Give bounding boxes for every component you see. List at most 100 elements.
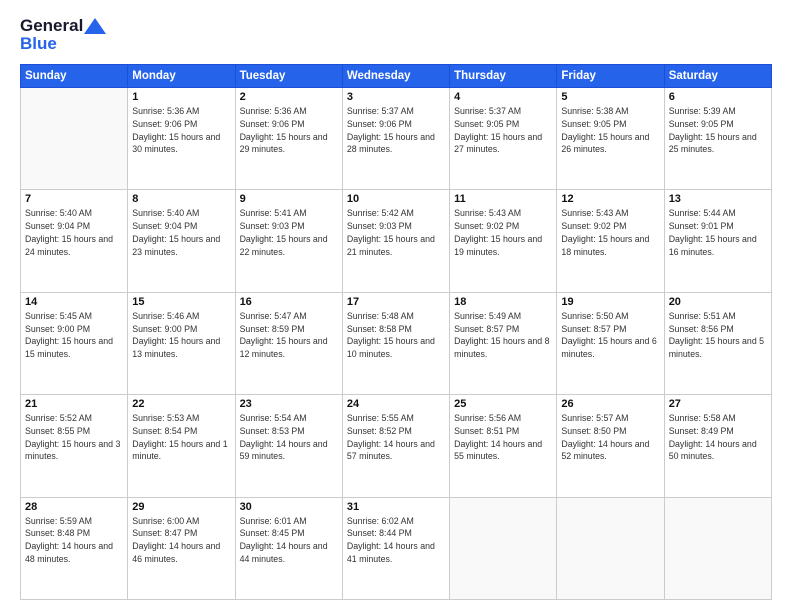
day-info: Sunrise: 5:59 AM Sunset: 8:48 PM Dayligh… bbox=[25, 515, 123, 566]
day-info: Sunrise: 5:47 AM Sunset: 8:59 PM Dayligh… bbox=[240, 310, 338, 361]
calendar-cell: 16 Sunrise: 5:47 AM Sunset: 8:59 PM Dayli… bbox=[235, 292, 342, 394]
day-number: 12 bbox=[561, 193, 659, 205]
calendar-day-header: Saturday bbox=[664, 65, 771, 88]
calendar-cell: 18Sunrise: 5:49 AM Sunset: 8:57 PM Dayli… bbox=[450, 292, 557, 394]
calendar-cell: 4 Sunrise: 5:37 AM Sunset: 9:05 PM Daylig… bbox=[450, 88, 557, 190]
day-number: 6 bbox=[669, 91, 767, 103]
calendar-week-row: 14 Sunrise: 5:45 AM Sunset: 9:00 PM Dayli… bbox=[21, 292, 772, 394]
calendar-week-row: 28 Sunrise: 5:59 AM Sunset: 8:48 PM Dayli… bbox=[21, 497, 772, 599]
day-number: 23 bbox=[240, 398, 338, 410]
calendar-cell: 2Sunrise: 5:36 AM Sunset: 9:06 PM Daylig… bbox=[235, 88, 342, 190]
day-info: Sunrise: 5:51 AM Sunset: 8:56 PM Dayligh… bbox=[669, 310, 767, 361]
calendar-cell: 27 Sunrise: 5:58 AM Sunset: 8:49 PM Dayli… bbox=[664, 395, 771, 497]
day-info: Sunrise: 5:50 AM Sunset: 8:57 PM Dayligh… bbox=[561, 310, 659, 361]
calendar-cell: 29 Sunrise: 6:00 AM Sunset: 8:47 PM Dayli… bbox=[128, 497, 235, 599]
calendar-week-row: 7 Sunrise: 5:40 AM Sunset: 9:04 PM Daylig… bbox=[21, 190, 772, 292]
day-number: 14 bbox=[25, 296, 123, 308]
day-number: 29 bbox=[132, 501, 230, 513]
calendar-cell: 8 Sunrise: 5:40 AM Sunset: 9:04 PM Daylig… bbox=[128, 190, 235, 292]
day-info: Sunrise: 5:46 AM Sunset: 9:00 PM Dayligh… bbox=[132, 310, 230, 361]
calendar-cell: 3Sunrise: 5:37 AM Sunset: 9:06 PM Daylig… bbox=[342, 88, 449, 190]
day-number: 5 bbox=[561, 91, 659, 103]
calendar-cell: 11 Sunrise: 5:43 AM Sunset: 9:02 PM Dayli… bbox=[450, 190, 557, 292]
day-info: Sunrise: 5:56 AM Sunset: 8:51 PM Dayligh… bbox=[454, 412, 552, 463]
day-number: 11 bbox=[454, 193, 552, 205]
day-number: 15 bbox=[132, 296, 230, 308]
day-number: 17 bbox=[347, 296, 445, 308]
day-info: Sunrise: 6:02 AM Sunset: 8:44 PM Dayligh… bbox=[347, 515, 445, 566]
day-number: 1 bbox=[132, 91, 230, 103]
day-info: Sunrise: 5:53 AM Sunset: 8:54 PM Dayligh… bbox=[132, 412, 230, 463]
day-info: Sunrise: 5:42 AM Sunset: 9:03 PM Dayligh… bbox=[347, 207, 445, 258]
day-info: Sunrise: 5:36 AM Sunset: 9:06 PM Dayligh… bbox=[240, 105, 338, 156]
day-info: Sunrise: 5:55 AM Sunset: 8:52 PM Dayligh… bbox=[347, 412, 445, 463]
day-number: 9 bbox=[240, 193, 338, 205]
day-number: 21 bbox=[25, 398, 123, 410]
calendar-day-header: Friday bbox=[557, 65, 664, 88]
day-info: Sunrise: 5:43 AM Sunset: 9:02 PM Dayligh… bbox=[561, 207, 659, 258]
page: General Blue SundayMondayTuesdayWednesda… bbox=[0, 0, 792, 612]
day-number: 28 bbox=[25, 501, 123, 513]
day-number: 3 bbox=[347, 91, 445, 103]
calendar-cell: 22 Sunrise: 5:53 AM Sunset: 8:54 PM Dayli… bbox=[128, 395, 235, 497]
day-number: 16 bbox=[240, 296, 338, 308]
logo-blue-text: Blue bbox=[20, 34, 57, 54]
calendar-cell: 31 Sunrise: 6:02 AM Sunset: 8:44 PM Dayli… bbox=[342, 497, 449, 599]
calendar-cell: 24Sunrise: 5:55 AM Sunset: 8:52 PM Dayli… bbox=[342, 395, 449, 497]
calendar-cell: 7 Sunrise: 5:40 AM Sunset: 9:04 PM Daylig… bbox=[21, 190, 128, 292]
day-number: 20 bbox=[669, 296, 767, 308]
calendar-cell: 10Sunrise: 5:42 AM Sunset: 9:03 PM Dayli… bbox=[342, 190, 449, 292]
calendar-cell: 30Sunrise: 6:01 AM Sunset: 8:45 PM Dayli… bbox=[235, 497, 342, 599]
calendar-day-header: Monday bbox=[128, 65, 235, 88]
day-info: Sunrise: 5:54 AM Sunset: 8:53 PM Dayligh… bbox=[240, 412, 338, 463]
calendar-header-row: SundayMondayTuesdayWednesdayThursdayFrid… bbox=[21, 65, 772, 88]
day-number: 22 bbox=[132, 398, 230, 410]
calendar-cell: 17 Sunrise: 5:48 AM Sunset: 8:58 PM Dayli… bbox=[342, 292, 449, 394]
day-number: 25 bbox=[454, 398, 552, 410]
logo-icon bbox=[84, 18, 106, 34]
day-info: Sunrise: 5:45 AM Sunset: 9:00 PM Dayligh… bbox=[25, 310, 123, 361]
calendar-table: SundayMondayTuesdayWednesdayThursdayFrid… bbox=[20, 64, 772, 600]
calendar-cell: 14 Sunrise: 5:45 AM Sunset: 9:00 PM Dayli… bbox=[21, 292, 128, 394]
logo-general: General bbox=[20, 16, 83, 36]
day-number: 31 bbox=[347, 501, 445, 513]
day-info: Sunrise: 5:49 AM Sunset: 8:57 PM Dayligh… bbox=[454, 310, 552, 361]
day-number: 27 bbox=[669, 398, 767, 410]
day-info: Sunrise: 5:39 AM Sunset: 9:05 PM Dayligh… bbox=[669, 105, 767, 156]
calendar-day-header: Wednesday bbox=[342, 65, 449, 88]
calendar-cell bbox=[21, 88, 128, 190]
calendar-cell: 1 Sunrise: 5:36 AM Sunset: 9:06 PM Daylig… bbox=[128, 88, 235, 190]
day-info: Sunrise: 5:58 AM Sunset: 8:49 PM Dayligh… bbox=[669, 412, 767, 463]
calendar-day-header: Sunday bbox=[21, 65, 128, 88]
calendar-cell: 9Sunrise: 5:41 AM Sunset: 9:03 PM Daylig… bbox=[235, 190, 342, 292]
day-number: 26 bbox=[561, 398, 659, 410]
day-info: Sunrise: 5:40 AM Sunset: 9:04 PM Dayligh… bbox=[132, 207, 230, 258]
calendar-cell: 5Sunrise: 5:38 AM Sunset: 9:05 PM Daylig… bbox=[557, 88, 664, 190]
calendar-cell: 23 Sunrise: 5:54 AM Sunset: 8:53 PM Dayli… bbox=[235, 395, 342, 497]
logo: General Blue bbox=[20, 16, 107, 54]
calendar-cell: 21 Sunrise: 5:52 AM Sunset: 8:55 PM Dayli… bbox=[21, 395, 128, 497]
day-info: Sunrise: 5:40 AM Sunset: 9:04 PM Dayligh… bbox=[25, 207, 123, 258]
calendar-cell: 25 Sunrise: 5:56 AM Sunset: 8:51 PM Dayli… bbox=[450, 395, 557, 497]
day-info: Sunrise: 6:01 AM Sunset: 8:45 PM Dayligh… bbox=[240, 515, 338, 566]
calendar-cell: 6 Sunrise: 5:39 AM Sunset: 9:05 PM Daylig… bbox=[664, 88, 771, 190]
calendar-cell: 13Sunrise: 5:44 AM Sunset: 9:01 PM Dayli… bbox=[664, 190, 771, 292]
day-info: Sunrise: 5:37 AM Sunset: 9:05 PM Dayligh… bbox=[454, 105, 552, 156]
header: General Blue bbox=[20, 16, 772, 54]
calendar-week-row: 21 Sunrise: 5:52 AM Sunset: 8:55 PM Dayli… bbox=[21, 395, 772, 497]
calendar-day-header: Thursday bbox=[450, 65, 557, 88]
day-info: Sunrise: 5:43 AM Sunset: 9:02 PM Dayligh… bbox=[454, 207, 552, 258]
calendar-cell: 20 Sunrise: 5:51 AM Sunset: 8:56 PM Dayli… bbox=[664, 292, 771, 394]
calendar-cell: 12 Sunrise: 5:43 AM Sunset: 9:02 PM Dayli… bbox=[557, 190, 664, 292]
day-number: 13 bbox=[669, 193, 767, 205]
day-number: 4 bbox=[454, 91, 552, 103]
day-info: Sunrise: 5:52 AM Sunset: 8:55 PM Dayligh… bbox=[25, 412, 123, 463]
day-info: Sunrise: 5:36 AM Sunset: 9:06 PM Dayligh… bbox=[132, 105, 230, 156]
day-info: Sunrise: 6:00 AM Sunset: 8:47 PM Dayligh… bbox=[132, 515, 230, 566]
day-info: Sunrise: 5:48 AM Sunset: 8:58 PM Dayligh… bbox=[347, 310, 445, 361]
day-number: 8 bbox=[132, 193, 230, 205]
day-number: 7 bbox=[25, 193, 123, 205]
day-number: 19 bbox=[561, 296, 659, 308]
calendar-cell: 26Sunrise: 5:57 AM Sunset: 8:50 PM Dayli… bbox=[557, 395, 664, 497]
calendar-cell bbox=[450, 497, 557, 599]
